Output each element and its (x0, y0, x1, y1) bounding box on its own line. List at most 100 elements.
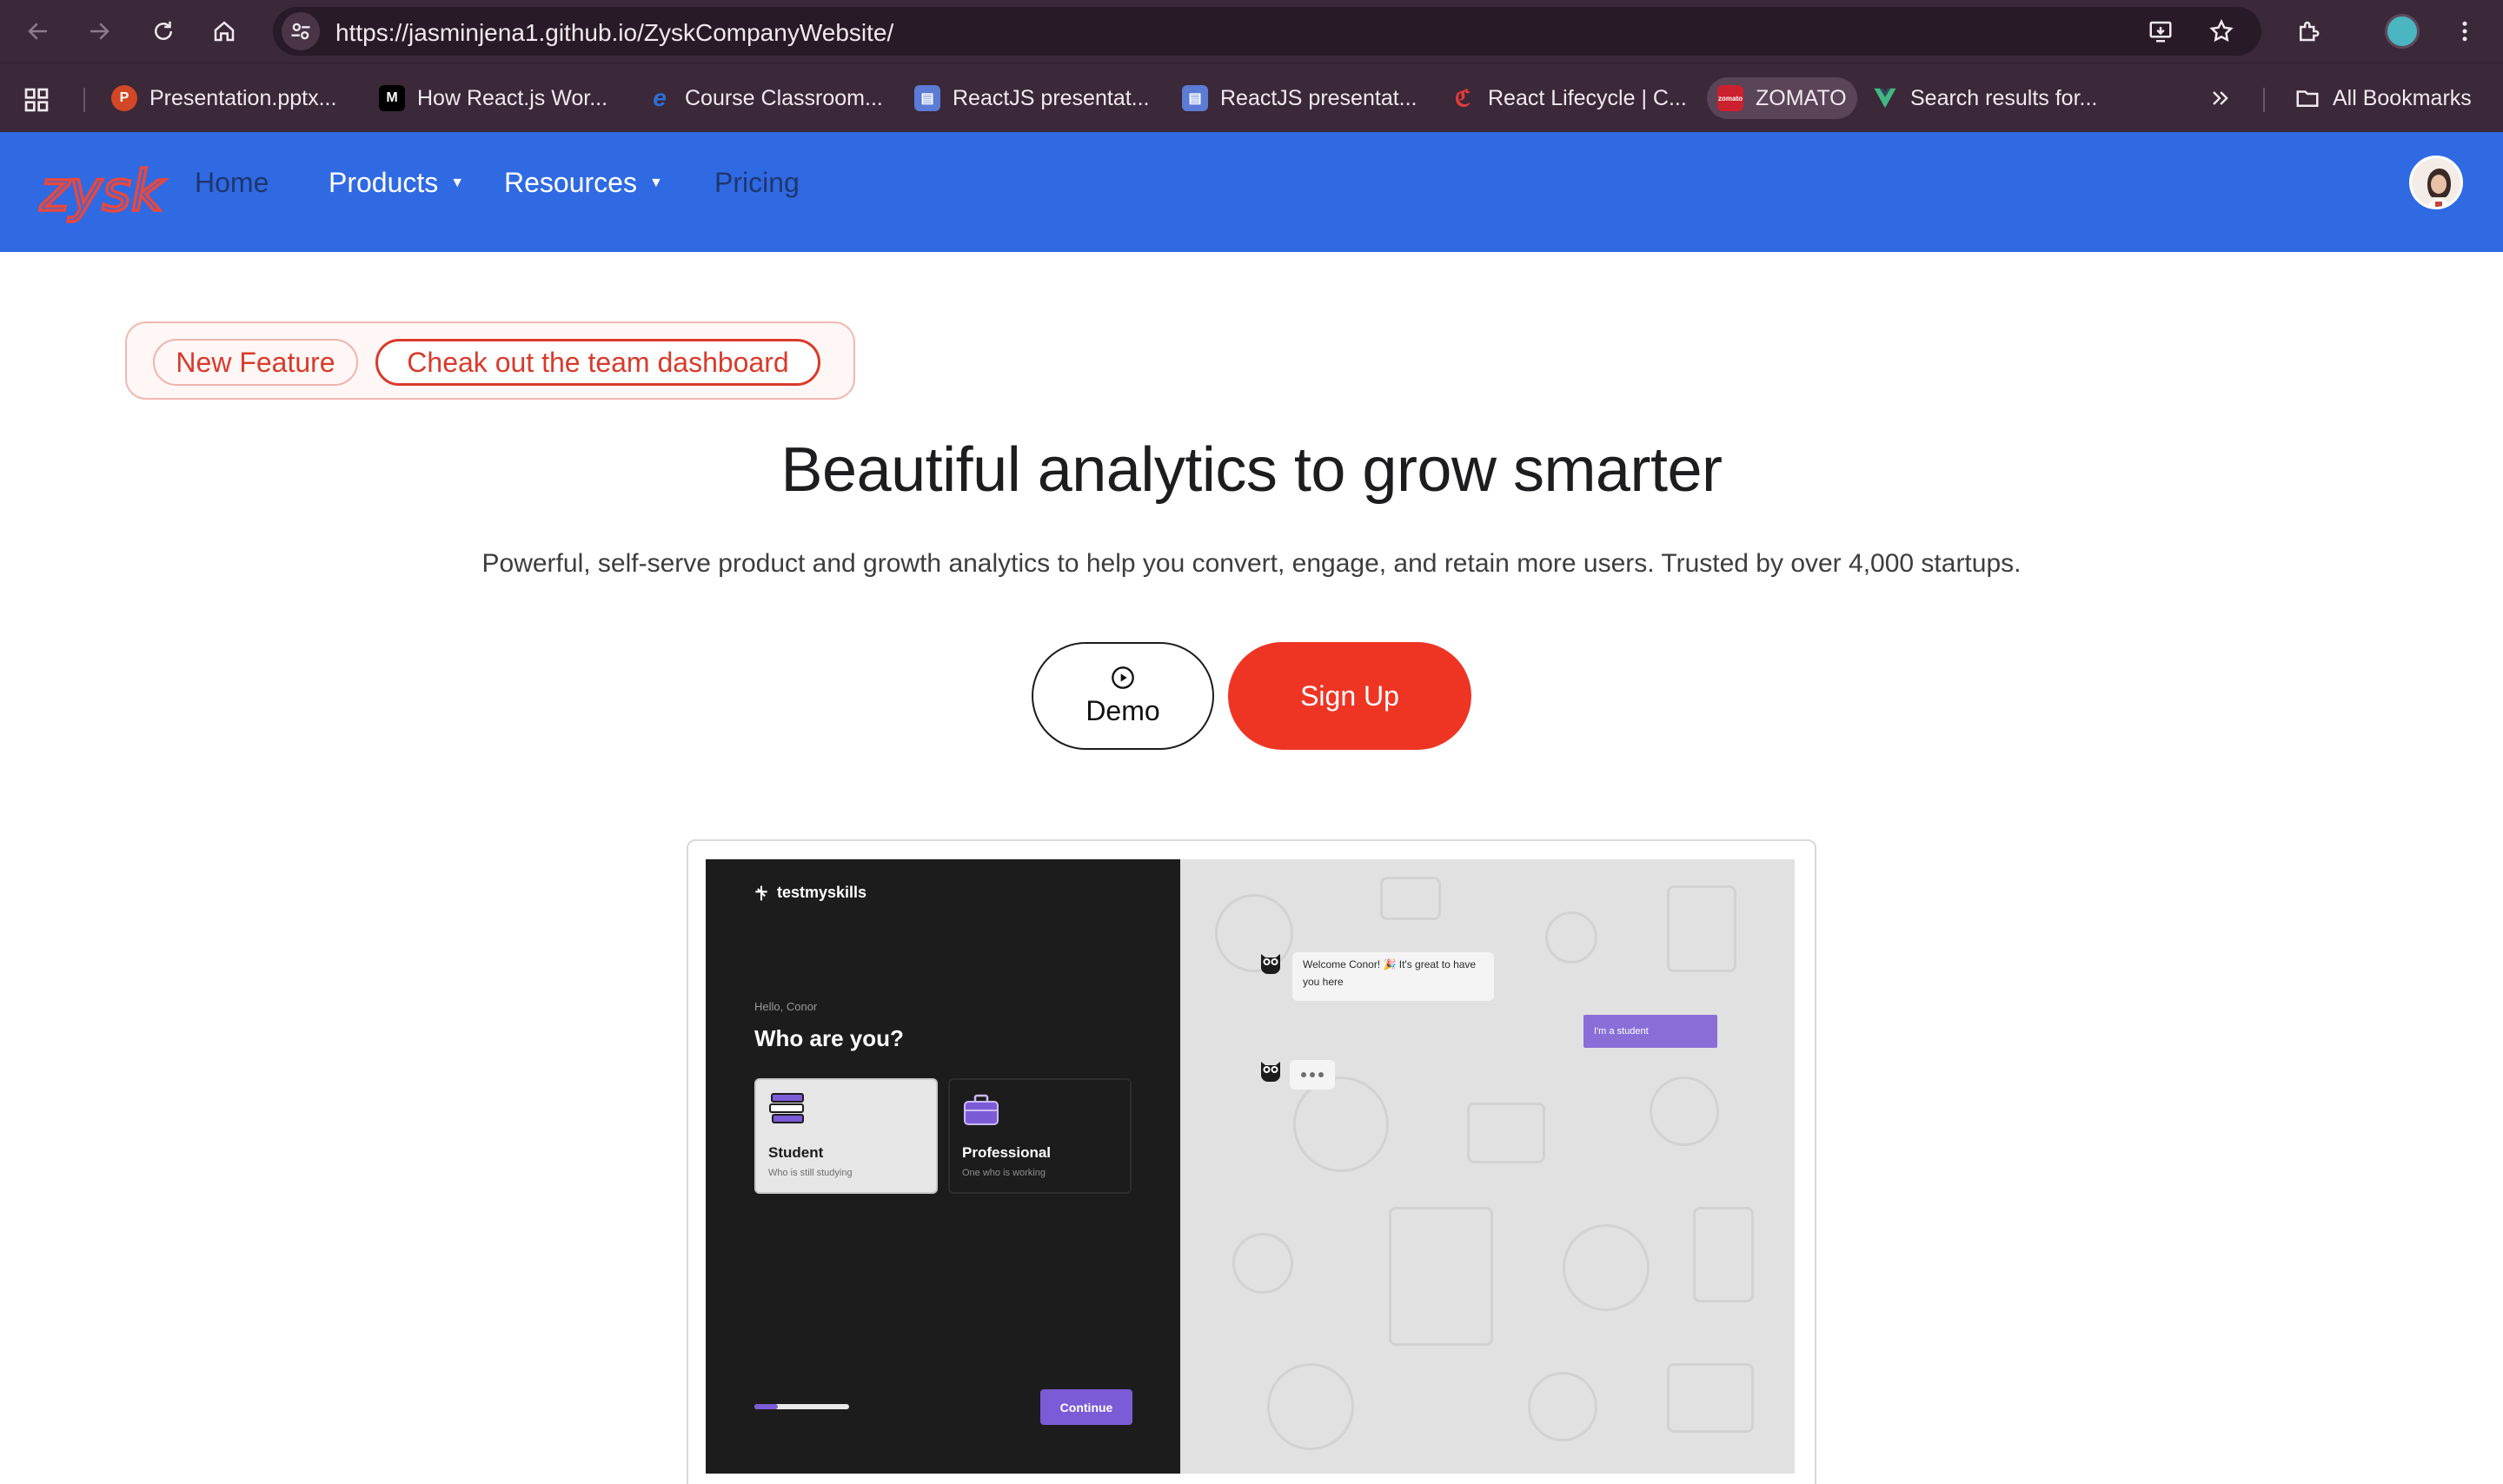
forward-button[interactable] (80, 12, 118, 50)
bookmark-item[interactable]: e Course Classroom... (636, 77, 893, 119)
zysk-logo[interactable]: zysk (37, 156, 181, 226)
url-text[interactable]: https://jasminjena1.github.io/ZyskCompan… (335, 19, 893, 47)
hero-subtitle: Powerful, self-serve product and growth … (481, 549, 2022, 578)
user-avatar[interactable] (2409, 156, 2463, 209)
typing-indicator (1290, 1060, 1335, 1090)
reload-icon (155, 21, 172, 40)
install-app-button[interactable] (2141, 12, 2180, 50)
home-button[interactable] (205, 12, 243, 50)
medium-icon: M (379, 85, 405, 111)
all-bookmarks-button[interactable]: All Bookmarks (2284, 77, 2482, 119)
sign-up-button[interactable]: Sign Up (1228, 642, 1471, 750)
professional-option-card[interactable]: Professional One who is working (948, 1078, 1132, 1194)
extensions-button[interactable] (2289, 12, 2327, 50)
nav-resources-label: Resources (504, 167, 637, 198)
site-info-button[interactable] (282, 12, 320, 50)
profile-avatar (2385, 14, 2420, 49)
owl-bot-icon (1261, 954, 1280, 975)
bot-message-bubble: Welcome Conor! 🎉 It's great to have you … (1292, 952, 1494, 1001)
hero-title: Beautiful analytics to grow smarter (780, 435, 1723, 505)
bookmark-label: How React.js Wor... (417, 85, 608, 110)
doodle-shape (1389, 1207, 1493, 1346)
bookmarks-bar: P Presentation.pptx... M How React.js Wo… (0, 63, 2503, 132)
owl-bot-icon (1261, 1062, 1280, 1083)
doodle-shape (1232, 1233, 1293, 1294)
zysk-logo-mark: zysk (37, 158, 167, 226)
apps-button[interactable] (23, 79, 50, 121)
nav-resources[interactable]: Resources ▼ (504, 167, 663, 199)
user-reply-text: I'm a student (1594, 1026, 1649, 1037)
doodle-shape (1667, 885, 1736, 972)
sparkle-icon (755, 885, 767, 900)
doodle-shape (1563, 1224, 1650, 1311)
testmyskills-label: testmyskills (777, 884, 867, 901)
testmyskills-logo: testmyskills (753, 884, 866, 902)
bookmark-label: React Lifecycle | C... (1488, 85, 1687, 110)
continue-button[interactable]: Continue (1040, 1389, 1132, 1425)
reload-button[interactable] (144, 12, 183, 50)
bookmark-label: ReactJS presentat... (1220, 85, 1417, 110)
bookmark-item[interactable]: M How React.js Wor... (368, 77, 618, 119)
nav-products-label: Products (329, 167, 439, 198)
bookmark-label: ReactJS presentat... (953, 85, 1150, 110)
address-bar[interactable]: https://jasminjena1.github.io/ZyskCompan… (273, 7, 2261, 56)
browser-toolbar: https://jasminjena1.github.io/ZyskCompan… (0, 0, 2503, 63)
svg-text:zysk: zysk (39, 160, 166, 224)
sign-up-label: Sign Up (1300, 679, 1399, 712)
nav-products[interactable]: Products ▼ (329, 167, 464, 199)
doodle-shape (1467, 1103, 1545, 1163)
professional-option-title: Professional (962, 1144, 1052, 1161)
doodle-shape (1693, 1207, 1754, 1302)
bookmark-item[interactable]: ℭ React Lifecycle | C... (1439, 77, 1697, 119)
back-button[interactable] (19, 12, 57, 50)
chrome-menu-button[interactable] (2446, 12, 2484, 50)
typing-dot (1301, 1072, 1306, 1077)
bookmark-item[interactable]: zomato ZOMATO (1707, 77, 1857, 119)
bookmark-item[interactable]: ▤ ReactJS presentat... (1172, 77, 1428, 119)
greeting-text: Hello, Conor (754, 1000, 818, 1013)
puzzle-icon (2300, 21, 2320, 42)
slides-icon: ▤ (914, 85, 940, 111)
demo-button[interactable]: Demo (1032, 642, 1214, 750)
student-option-title: Student (768, 1144, 824, 1161)
more-bookmarks-button[interactable] (2208, 77, 2232, 119)
doodle-shape (1667, 1363, 1754, 1433)
caret-down-icon: ▼ (648, 175, 663, 190)
feature-announcement[interactable]: New Feature Cheak out the team dashboard (125, 321, 855, 400)
new-feature-badge: New Feature (153, 339, 358, 386)
student-option-card[interactable]: Student Who is still studying (754, 1078, 938, 1194)
slides-icon: ▤ (1182, 85, 1208, 111)
doodle-shape (1293, 1077, 1389, 1172)
bookmarks-separator (2263, 88, 2265, 112)
bookmark-item[interactable]: ▤ ReactJS presentat... (904, 77, 1160, 119)
bookmark-label: Presentation.pptx... (149, 85, 337, 110)
vue-icon (1872, 85, 1898, 111)
doodle-shape (1545, 911, 1597, 964)
bookmark-item[interactable]: Search results for... (1862, 77, 2108, 119)
profile-button[interactable] (2383, 12, 2421, 50)
arrow-right-icon (90, 23, 110, 40)
bookmark-label: Course Classroom... (685, 85, 883, 110)
caret-down-icon: ▼ (450, 175, 465, 190)
bookmark-star-button[interactable] (2202, 12, 2241, 50)
install-icon (2149, 21, 2172, 43)
chevron-double-right-icon (2213, 91, 2228, 105)
user-reply-bubble: I'm a student (1583, 1015, 1717, 1048)
demo-label: Demo (1086, 694, 1160, 726)
bookmark-item[interactable]: P Presentation.pptx... (101, 77, 347, 119)
typing-dot (1310, 1072, 1315, 1077)
edureka-icon: e (653, 84, 667, 111)
all-bookmarks-label: All Bookmarks (2333, 85, 2472, 110)
team-dashboard-link[interactable]: Cheak out the team dashboard (375, 339, 820, 386)
folder-icon (2296, 90, 2319, 107)
books-icon (769, 1093, 804, 1123)
onboarding-progress-fill (754, 1404, 779, 1409)
doodle-shape (1650, 1077, 1719, 1146)
tune-icon (291, 23, 310, 40)
nav-pricing-label: Pricing (714, 167, 800, 198)
doodle-shape (1267, 1363, 1354, 1450)
nav-pricing[interactable]: Pricing (714, 167, 800, 199)
typing-dot (1318, 1072, 1324, 1077)
bookmark-label: ZOMATO (1756, 85, 1847, 110)
nav-home[interactable]: Home (195, 167, 269, 199)
